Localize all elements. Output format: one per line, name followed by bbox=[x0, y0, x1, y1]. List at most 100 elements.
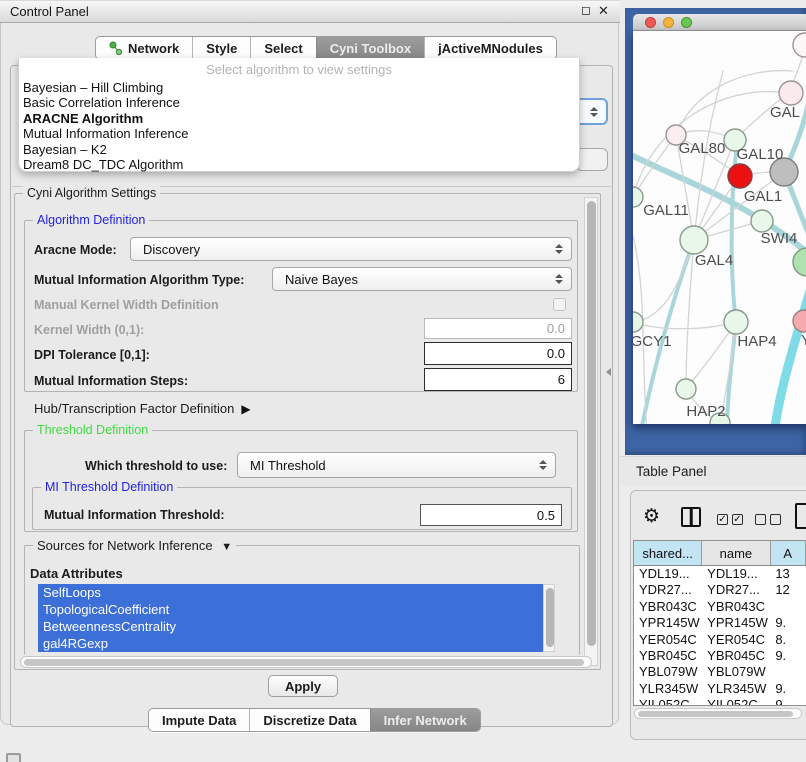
settings-scrollbar[interactable] bbox=[584, 197, 598, 666]
unchecked-box-icon[interactable] bbox=[770, 514, 781, 525]
algorithm-option[interactable]: Basic Correlation Inference bbox=[23, 95, 575, 110]
zoom-traffic-icon[interactable] bbox=[681, 17, 692, 28]
network-node[interactable] bbox=[633, 312, 643, 332]
collapsed-panel-button[interactable] bbox=[6, 753, 21, 762]
table-cell[interactable]: YPR145W bbox=[702, 615, 770, 631]
table-cell[interactable]: 12 bbox=[770, 582, 806, 598]
kernel-width-field[interactable]: 0.0 bbox=[424, 318, 572, 339]
data-attribute-item[interactable]: gal4RGexp bbox=[38, 635, 555, 652]
horizontal-scrollbar-thumb[interactable] bbox=[24, 659, 584, 666]
tab-infer-network[interactable]: Infer Network bbox=[370, 709, 480, 731]
algorithm-option[interactable]: Dream8 DC_TDC Algorithm bbox=[23, 157, 575, 172]
table-cell[interactable]: YPR145W bbox=[634, 615, 702, 631]
table-hscrollbar-thumb[interactable] bbox=[638, 711, 793, 717]
which-threshold-combo[interactable]: MI Threshold bbox=[237, 452, 556, 478]
network-node[interactable] bbox=[676, 379, 696, 399]
table-cell[interactable]: YLR345W bbox=[702, 681, 770, 697]
table-cell[interactable]: YIL052C bbox=[634, 697, 702, 706]
hub-definition-toggle[interactable]: Hub/Transcription Factor Definition▶ bbox=[34, 401, 251, 416]
table-cell[interactable]: 13 bbox=[770, 566, 806, 582]
table-cell[interactable] bbox=[770, 599, 806, 615]
table-cell[interactable]: YER054C bbox=[702, 632, 770, 648]
splitter-handle[interactable] bbox=[606, 368, 611, 376]
table-row[interactable]: YLR345WYLR345W9. bbox=[634, 681, 806, 697]
unchecked-box-icon[interactable] bbox=[755, 514, 766, 525]
table-column-header[interactable]: name bbox=[702, 541, 770, 565]
data-attribute-item[interactable]: TopologicalCoefficient bbox=[38, 601, 555, 618]
network-node[interactable] bbox=[728, 164, 752, 188]
data-attribute-item[interactable]: SelfLoops bbox=[38, 584, 555, 601]
table-cell[interactable]: 9. bbox=[770, 648, 806, 664]
sources-title-row[interactable]: Sources for Network Inference ▼ bbox=[33, 538, 236, 553]
table-cell[interactable]: YBR045C bbox=[634, 648, 702, 664]
table-cell[interactable]: YDR27... bbox=[634, 582, 702, 598]
network-canvas[interactable]: GALGAL80GAL10GAL1GAL11SWI4GAL4YGCY1HAP4H… bbox=[633, 31, 806, 424]
table-cell[interactable]: YBL079W bbox=[634, 664, 702, 680]
mi-steps-field[interactable]: 6 bbox=[424, 368, 572, 391]
data-attribute-item[interactable]: BetweennessCentrality bbox=[38, 618, 555, 635]
tab-jactivemnodules[interactable]: jActiveMNodules bbox=[424, 37, 556, 59]
table-cell[interactable]: YBR043C bbox=[702, 599, 770, 615]
table-row[interactable]: YDL19...YDL19...13 bbox=[634, 566, 806, 582]
table-cell[interactable] bbox=[770, 664, 806, 680]
table-cell[interactable]: 8. bbox=[770, 632, 806, 648]
aracne-mode-combo[interactable]: Discovery bbox=[130, 237, 572, 261]
tab-impute-data[interactable]: Impute Data bbox=[149, 709, 249, 731]
table-column-header[interactable]: A bbox=[771, 541, 806, 565]
table-row[interactable]: YBL079WYBL079W bbox=[634, 664, 806, 680]
tab-network[interactable]: Network bbox=[96, 37, 192, 59]
table-row[interactable]: YDR27...YDR27...12 bbox=[634, 582, 806, 598]
network-node[interactable] bbox=[633, 187, 643, 207]
table-cell[interactable]: YDL19... bbox=[702, 566, 770, 582]
table-cell[interactable]: YDL19... bbox=[634, 566, 702, 582]
algorithm-option[interactable]: Bayesian – K2 bbox=[23, 142, 575, 157]
close-traffic-icon[interactable] bbox=[645, 17, 656, 28]
algorithm-option[interactable]: ARACNE Algorithm bbox=[23, 111, 575, 126]
table-row[interactable]: YBR045CYBR045C9. bbox=[634, 648, 806, 664]
attributes-scrollbar-thumb[interactable] bbox=[546, 588, 554, 647]
table-cell[interactable]: YIL052C bbox=[702, 697, 770, 706]
tab-style[interactable]: Style bbox=[192, 37, 250, 59]
mi-type-combo[interactable]: Naive Bayes bbox=[272, 267, 572, 291]
algorithm-option[interactable]: Mutual Information Inference bbox=[23, 126, 575, 141]
network-node[interactable] bbox=[793, 248, 806, 276]
checked-box-icon[interactable]: ✓ bbox=[732, 514, 743, 525]
table-cell[interactable]: YER054C bbox=[634, 632, 702, 648]
manual-kernel-checkbox[interactable] bbox=[553, 298, 566, 311]
float-window-icon[interactable]: ◻ bbox=[581, 3, 591, 17]
network-node[interactable] bbox=[680, 226, 708, 254]
table-row[interactable]: YER054CYER054C8. bbox=[634, 632, 806, 648]
network-node[interactable] bbox=[751, 210, 773, 232]
network-node[interactable] bbox=[793, 33, 806, 57]
table-cell[interactable]: YLR345W bbox=[634, 681, 702, 697]
network-node[interactable] bbox=[724, 310, 748, 334]
table-cell[interactable]: YBR043C bbox=[634, 599, 702, 615]
gear-icon[interactable]: ⚙ bbox=[643, 507, 660, 526]
column-layout-icon[interactable] bbox=[681, 507, 701, 527]
network-window-titlebar[interactable] bbox=[633, 14, 806, 31]
algorithm-option[interactable]: Bayesian – Hill Climbing bbox=[23, 80, 575, 95]
table-column-header[interactable]: shared... bbox=[634, 541, 702, 565]
table-cell[interactable]: YBR045C bbox=[702, 648, 770, 664]
table-horizontal-scrollbar[interactable] bbox=[634, 708, 802, 719]
table-cell[interactable]: YBL079W bbox=[702, 664, 770, 680]
table-row[interactable]: YBR043CYBR043C bbox=[634, 599, 806, 615]
mi-threshold-field[interactable]: 0.5 bbox=[420, 504, 562, 526]
table-row[interactable]: YPR145WYPR145W9. bbox=[634, 615, 806, 631]
table-cell[interactable]: YDR27... bbox=[702, 582, 770, 598]
close-window-icon[interactable]: ✕ bbox=[598, 3, 609, 19]
tab-select[interactable]: Select bbox=[250, 37, 315, 59]
checked-box-icon[interactable]: ✓ bbox=[717, 514, 728, 525]
document-icon[interactable] bbox=[795, 503, 806, 529]
table-cell[interactable]: 9. bbox=[770, 697, 806, 706]
table-row[interactable]: YIL052CYIL052C9. bbox=[634, 697, 806, 706]
attributes-scrollbar[interactable] bbox=[543, 584, 555, 652]
settings-scrollbar-thumb[interactable] bbox=[587, 201, 596, 646]
minimize-traffic-icon[interactable] bbox=[663, 17, 674, 28]
table-cell[interactable]: 9. bbox=[770, 615, 806, 631]
dpi-tolerance-field[interactable]: 0.0 bbox=[424, 342, 572, 365]
table-cell[interactable]: 9. bbox=[770, 681, 806, 697]
horizontal-scrollbar[interactable] bbox=[20, 656, 592, 668]
network-node[interactable] bbox=[779, 81, 803, 105]
tab-cyni-toolbox[interactable]: Cyni Toolbox bbox=[316, 37, 424, 59]
